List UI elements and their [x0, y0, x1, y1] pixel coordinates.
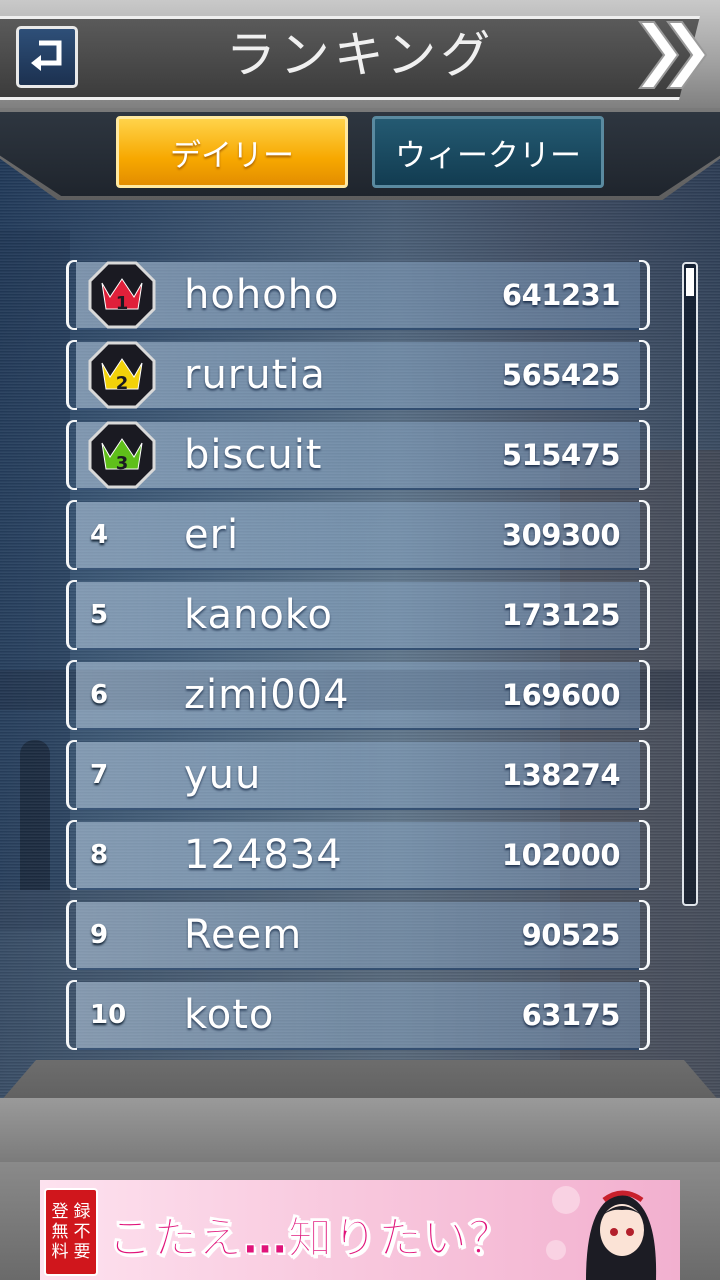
player-score: 173125 — [501, 598, 621, 632]
rank-number: 8 — [90, 840, 109, 870]
player-score: 138274 — [501, 758, 621, 792]
back-button[interactable] — [16, 26, 78, 88]
ranking-row[interactable]: 8 124834 102000 — [64, 820, 652, 890]
rank-number: 5 — [90, 600, 109, 630]
player-name: rurutia — [184, 352, 326, 398]
ranking-row[interactable]: 5 kanoko 173125 — [64, 580, 652, 650]
ranking-list[interactable]: 1 hohoho 641231 2 rurutia 565425 3 biscu… — [64, 260, 654, 1096]
tab-weekly-label: ウィークリー — [395, 137, 581, 174]
player-name: yuu — [184, 752, 262, 798]
svg-text:1: 1 — [116, 293, 129, 314]
crown-red-icon: 1 — [88, 261, 156, 329]
rank-number: 10 — [90, 1000, 127, 1030]
svg-text:2: 2 — [116, 373, 129, 394]
ranking-row[interactable]: 7 yuu 138274 — [64, 740, 652, 810]
page-title: ランキング — [225, 26, 495, 84]
ranking-row[interactable]: 4 eri 309300 — [64, 500, 652, 570]
player-name: eri — [184, 512, 240, 558]
anime-girl-image — [546, 1186, 657, 1280]
player-score: 63175 — [521, 998, 621, 1032]
return-arrow-icon — [31, 40, 62, 71]
ranking-row[interactable]: 2 rurutia 565425 — [64, 340, 652, 410]
tab-weekly[interactable]: ウィークリー — [372, 116, 604, 188]
player-name: 124834 — [184, 832, 343, 878]
chevrons-right-icon — [630, 16, 720, 94]
ad-text: こたえ…知りたい？ — [108, 1213, 513, 1265]
player-name: kanoko — [184, 592, 334, 638]
crown-green-icon: 3 — [88, 421, 156, 489]
rank-number: 9 — [90, 920, 109, 950]
player-name: Reem — [184, 912, 303, 958]
player-score: 102000 — [501, 838, 621, 872]
ad-banner[interactable]: 登録 無不 料要 こたえ…知りたい？ — [40, 1180, 680, 1280]
scroll-thumb[interactable] — [686, 268, 694, 296]
player-score: 90525 — [521, 918, 621, 952]
rank-number: 4 — [90, 520, 109, 550]
tab-daily[interactable]: デイリー — [116, 116, 348, 188]
bottom-panel — [0, 1098, 720, 1162]
ranking-row[interactable]: 10 koto 63175 — [64, 980, 652, 1050]
player-score: 565425 — [501, 358, 621, 392]
player-name: hohoho — [184, 272, 340, 318]
player-name: zimi004 — [184, 672, 350, 718]
rank-number: 7 — [90, 760, 109, 790]
tab-daily-label: デイリー — [170, 137, 294, 174]
player-name: koto — [184, 992, 275, 1038]
tab-strip — [0, 112, 720, 196]
svg-text:3: 3 — [116, 453, 129, 474]
ranking-row[interactable]: 9 Reem 90525 — [64, 900, 652, 970]
player-score: 309300 — [501, 518, 621, 552]
ad-badge: 登録 無不 料要 — [44, 1188, 98, 1276]
ranking-row[interactable]: 6 zimi004 169600 — [64, 660, 652, 730]
player-score: 641231 — [501, 278, 621, 312]
player-score: 515475 — [501, 438, 621, 472]
ranking-row[interactable]: 1 hohoho 641231 — [64, 260, 652, 330]
ranking-row[interactable]: 3 biscuit 515475 — [64, 420, 652, 490]
scrollbar[interactable] — [682, 262, 698, 906]
player-score: 169600 — [501, 678, 621, 712]
rank-number: 6 — [90, 680, 109, 710]
player-name: biscuit — [184, 432, 323, 478]
crown-yellow-icon: 2 — [88, 341, 156, 409]
